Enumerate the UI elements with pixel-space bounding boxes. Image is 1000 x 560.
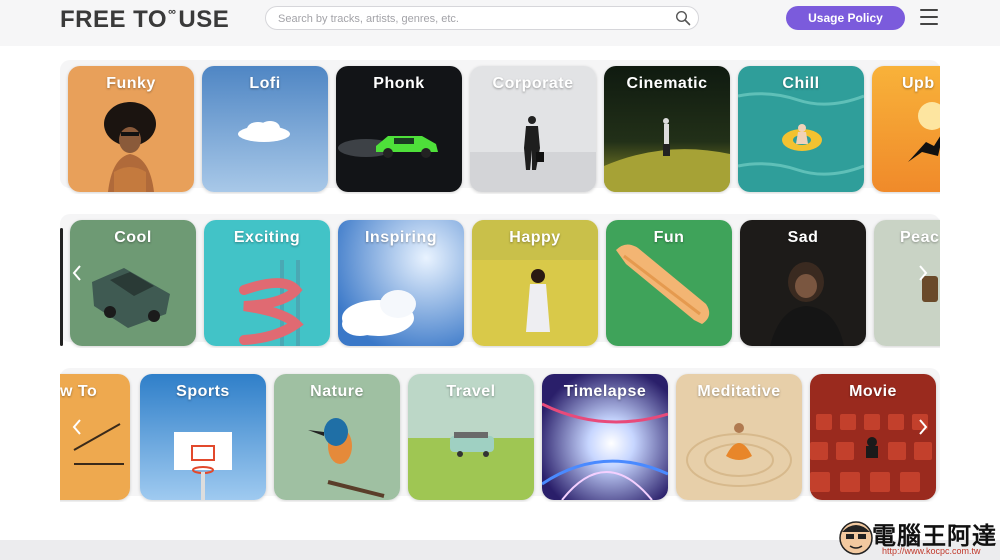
genre-card-happy[interactable]: Happy [472,220,598,346]
scroll-left-arrow[interactable] [70,263,84,283]
genre-label: Sports [176,383,230,400]
logo-text-left: FREE TO [60,6,168,33]
genre-card-meditative[interactable]: Meditative [676,374,802,500]
scroll-right-arrow[interactable] [916,417,930,437]
scroll-right-arrow[interactable] [916,263,930,283]
genre-label: Timelapse [563,383,647,400]
genre-label: Funky [106,75,156,92]
chevron-left-icon[interactable] [70,417,84,437]
genre-card-phonk[interactable]: Phonk [336,66,462,192]
logo-text-right: USE [178,6,230,33]
genre-card-sad[interactable]: Sad [740,220,866,346]
genre-label: Travel [446,383,496,400]
genre-card-exciting[interactable]: Exciting [204,220,330,346]
chevron-right-icon[interactable] [916,417,930,437]
genre-label: Phonk [373,75,425,92]
chevron-right-icon[interactable] [916,263,930,283]
genre-card-timelapse[interactable]: Timelapse [542,374,668,500]
scroll-left-arrow[interactable] [70,417,84,437]
genre-label: w To [60,383,98,400]
genre-card-chill[interactable]: Chill [738,66,864,192]
search-bar[interactable] [265,6,699,30]
genre-label: Fun [653,229,685,246]
usage-policy-button[interactable]: Usage Policy [786,6,905,30]
genre-label: Lofi [249,75,281,92]
chevron-left-icon[interactable] [70,263,84,283]
genre-label: Happy [509,229,561,246]
site-logo[interactable]: FREE TO ∞ USE [60,6,229,34]
genre-card-cool[interactable]: Cool [70,220,196,346]
genre-card-funky[interactable]: Funky [68,66,194,192]
genre-row-3: w To Sports Nature Travel Timelapse Medi… [60,362,940,502]
genre-card-sports[interactable]: Sports [140,374,266,500]
genre-label: Movie [849,383,897,400]
genre-label: Inspiring [364,229,438,246]
genre-label: Chill [782,75,820,92]
genre-label: Upb [902,75,935,92]
genre-row-2: Cool Exciting Inspiring Happy Fun Sad Pe… [60,208,940,348]
genre-row-1: Funky Lofi Phonk Corporate Cinematic Chi… [60,54,940,194]
search-input[interactable] [276,10,670,28]
genre-label: Cinematic [626,75,708,92]
watermark-url: http://www.kocpc.com.tw [882,546,981,556]
top-nav-bar: FREE TO ∞ USE Usage Policy [0,0,1000,46]
genre-card-corporate[interactable]: Corporate [470,66,596,192]
genre-card-nature[interactable]: Nature [274,374,400,500]
hamburger-menu-icon[interactable] [920,9,938,25]
scroll-edge-marker [60,228,63,346]
watermark: 電腦王阿達 http://www.kocpc.com.tw [838,514,1000,560]
genre-card-travel[interactable]: Travel [408,374,534,500]
logo-infinity-icon: ∞ [168,6,177,18]
genre-card-upbeat[interactable]: Upb [872,66,940,192]
genre-card-peaceful[interactable]: Peac [874,220,940,346]
genre-browser: Funky Lofi Phonk Corporate Cinematic Chi… [0,46,1000,540]
genre-label: Corporate [492,75,574,92]
genre-card-inspiring[interactable]: Inspiring [338,220,464,346]
genre-label: Nature [310,383,364,400]
genre-label: Exciting [233,229,301,246]
genre-label: Sad [787,229,819,246]
genre-label: Meditative [697,383,781,400]
genre-label: Cool [114,229,152,246]
search-icon[interactable] [675,10,691,26]
mascot-face-icon [839,521,873,555]
genre-card-lofi[interactable]: Lofi [202,66,328,192]
genre-label: Peac [900,229,940,246]
genre-card-cinematic[interactable]: Cinematic [604,66,730,192]
genre-card-fun[interactable]: Fun [606,220,732,346]
